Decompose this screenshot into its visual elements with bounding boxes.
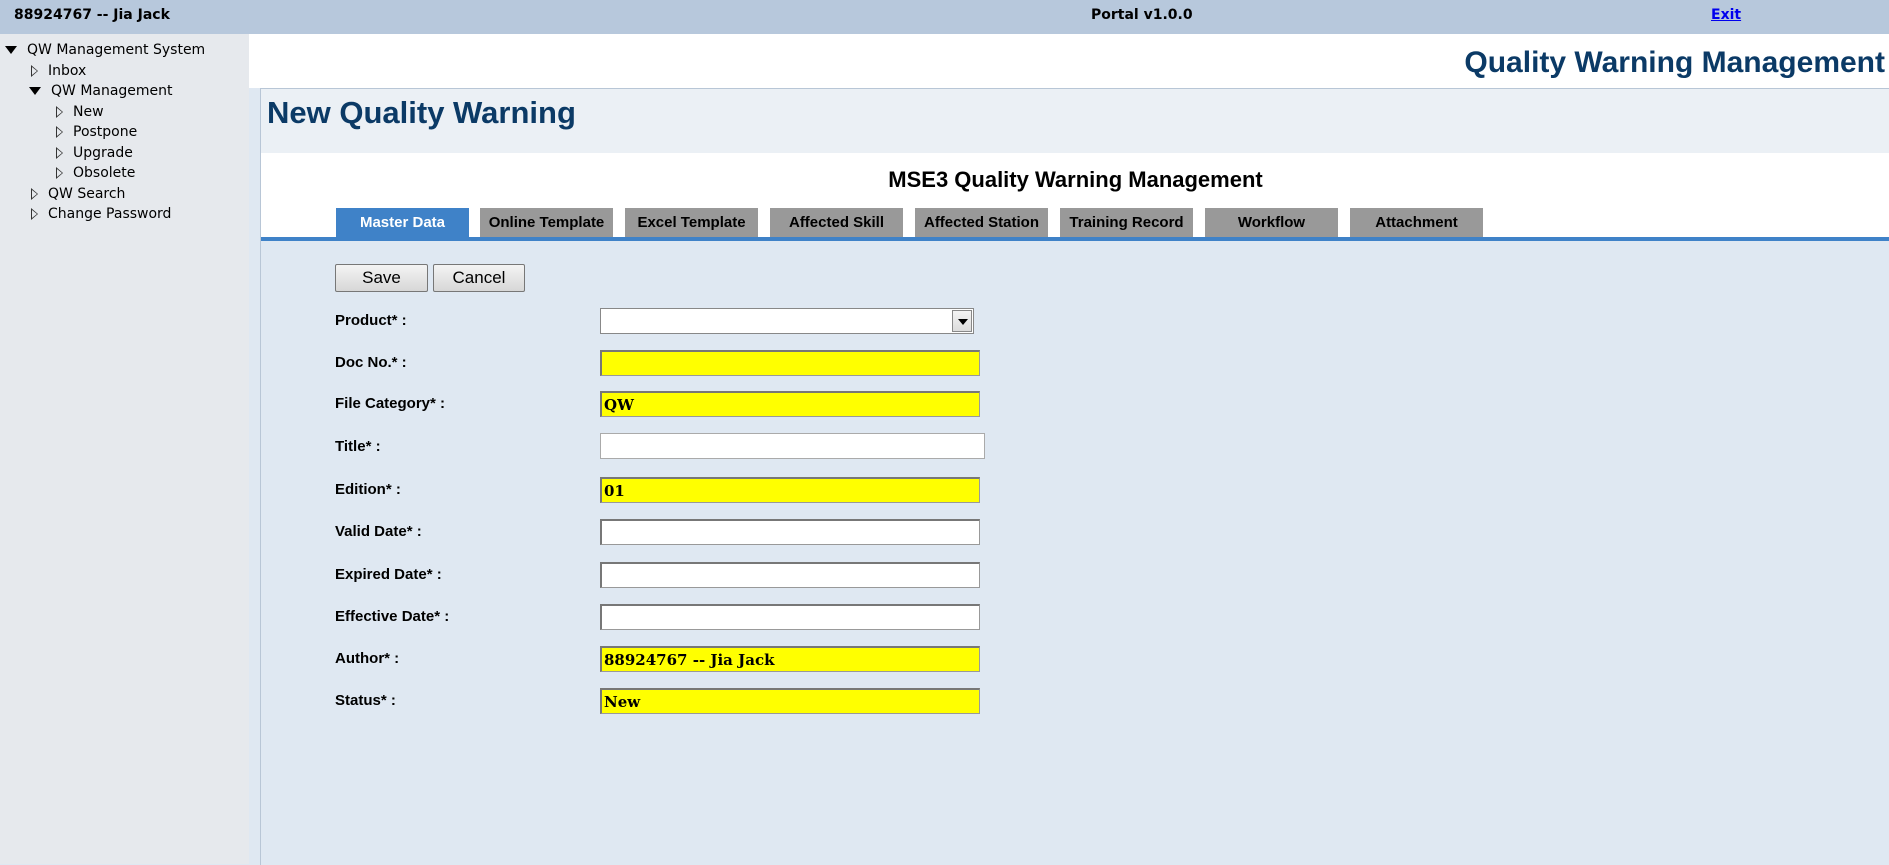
status-field[interactable]: New — [600, 688, 980, 714]
expired-date-field[interactable] — [600, 562, 980, 588]
status-label: Status* : — [335, 692, 396, 709]
tab-online-template[interactable]: Online Template — [480, 208, 613, 238]
tab-affected-station[interactable]: Affected Station — [915, 208, 1048, 238]
author-field[interactable]: 88924767 -- Jia Jack — [600, 646, 980, 672]
tab-underline — [261, 237, 1889, 241]
file-category-label: File Category* : — [335, 395, 446, 412]
top-bar: 88924767 -- Jia Jack Portal v1.0.0 Exit — [0, 0, 1889, 34]
author-label: Author* : — [335, 650, 400, 667]
tab-training-record[interactable]: Training Record — [1060, 208, 1193, 238]
collapse-arrow-icon[interactable] — [31, 188, 38, 200]
collapse-arrow-icon[interactable] — [31, 208, 38, 220]
app-banner: Quality Warning Management — [249, 34, 1889, 88]
sidebar-item-inbox[interactable]: Inbox — [31, 61, 86, 81]
collapse-arrow-icon[interactable] — [56, 106, 63, 118]
tree-label: QW Management System — [27, 42, 206, 58]
tree-label: QW Search — [48, 186, 126, 202]
expand-arrow-icon[interactable] — [5, 46, 17, 54]
collapse-arrow-icon[interactable] — [31, 65, 38, 77]
tree-label: Postpone — [73, 124, 138, 140]
main-content: Quality Warning Management New Quality W… — [249, 34, 1889, 865]
tab-excel-template[interactable]: Excel Template — [625, 208, 758, 238]
tab-master-data[interactable]: Master Data — [336, 208, 469, 238]
effective-date-field[interactable] — [600, 604, 980, 630]
sidebar-item-qw-management[interactable]: QW Management — [29, 81, 173, 101]
expand-arrow-icon[interactable] — [29, 87, 41, 95]
tree-label: Obsolete — [73, 165, 136, 181]
collapse-arrow-icon[interactable] — [56, 147, 63, 159]
portal-version: Portal v1.0.0 — [1091, 7, 1193, 23]
form-panel: New Quality Warning MSE3 Quality Warning… — [260, 88, 1889, 865]
tree-root-qw-management-system[interactable]: QW Management System — [5, 40, 205, 60]
page-title: New Quality Warning — [267, 95, 576, 130]
tab-workflow[interactable]: Workflow — [1205, 208, 1338, 238]
expired-date-label: Expired Date* : — [335, 566, 442, 583]
collapse-arrow-icon[interactable] — [56, 167, 63, 179]
cancel-button[interactable]: Cancel — [433, 264, 525, 292]
sidebar: QW Management System Inbox QW Management… — [0, 34, 249, 864]
page-heading: New Quality Warning — [261, 89, 1889, 153]
tree-label: Inbox — [48, 63, 87, 79]
title-field[interactable] — [600, 433, 985, 459]
tab-header-area: MSE3 Quality Warning Management Master D… — [261, 153, 1889, 238]
tab-attachment[interactable]: Attachment — [1350, 208, 1483, 238]
save-button[interactable]: Save — [335, 264, 428, 292]
edition-label: Edition* : — [335, 481, 401, 498]
tree-label: New — [73, 104, 104, 120]
sub-title: MSE3 Quality Warning Management — [888, 167, 1263, 192]
sidebar-item-obsolete[interactable]: Obsolete — [56, 163, 135, 183]
valid-date-field[interactable] — [600, 519, 980, 545]
edition-field[interactable]: 01 — [600, 477, 980, 503]
sidebar-item-qw-search[interactable]: QW Search — [31, 184, 125, 204]
file-category-field[interactable]: QW — [600, 391, 980, 417]
product-select[interactable] — [600, 308, 974, 334]
sidebar-item-new[interactable]: New — [56, 102, 104, 122]
title-label: Title* : — [335, 438, 381, 455]
exit-link[interactable]: Exit — [1711, 7, 1741, 23]
sidebar-item-postpone[interactable]: Postpone — [56, 122, 137, 142]
app-title: Quality Warning Management — [1464, 46, 1885, 79]
collapse-arrow-icon[interactable] — [56, 126, 63, 138]
tree-label: Upgrade — [73, 145, 133, 161]
dropdown-arrow-icon[interactable] — [952, 310, 972, 332]
tree-label: Change Password — [48, 206, 172, 222]
sidebar-item-upgrade[interactable]: Upgrade — [56, 143, 133, 163]
product-label: Product* : — [335, 312, 407, 329]
valid-date-label: Valid Date* : — [335, 523, 422, 540]
sidebar-item-change-password[interactable]: Change Password — [31, 204, 171, 224]
tab-affected-skill[interactable]: Affected Skill — [770, 208, 903, 238]
doc-no-label: Doc No.* : — [335, 354, 407, 371]
doc-no-field[interactable] — [600, 350, 980, 376]
tree-label: QW Management — [51, 83, 173, 99]
effective-date-label: Effective Date* : — [335, 608, 450, 625]
current-user: 88924767 -- Jia Jack — [14, 7, 170, 23]
